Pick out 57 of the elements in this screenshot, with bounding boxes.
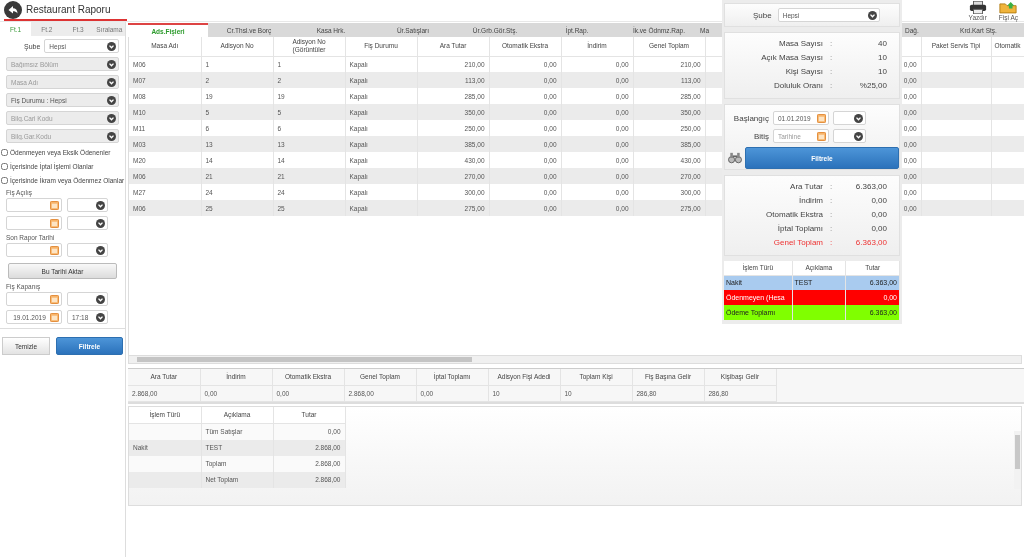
binoculars-icon[interactable]	[728, 152, 742, 164]
folder-icon	[999, 0, 1018, 14]
separator: :	[828, 182, 834, 191]
calendar-icon	[50, 200, 59, 210]
chevron-down-icon	[854, 113, 863, 123]
date-field[interactable]	[6, 198, 62, 212]
total-label: Genel Toplam	[772, 238, 823, 247]
stat-label: Doluluk Oranı	[773, 81, 823, 90]
checkbox[interactable]	[1, 162, 8, 170]
separator: :	[828, 39, 834, 48]
total-label: Otomatik Ekstra	[765, 210, 823, 219]
date-field[interactable]	[6, 292, 62, 306]
printer-icon	[968, 0, 987, 14]
calendar-icon	[817, 131, 826, 141]
stat-value: 10	[877, 53, 887, 62]
total-value: 0,00	[870, 210, 887, 219]
stat-label: Masa Sayısı	[778, 39, 823, 48]
date-field[interactable]	[6, 216, 62, 230]
page-title: Restaurant Raporu	[26, 4, 111, 15]
calendar-icon	[817, 113, 826, 123]
separator: :	[828, 224, 834, 233]
chevron-down-icon	[96, 200, 105, 210]
calendar-icon	[50, 245, 59, 255]
chevron-down-icon	[107, 95, 116, 105]
field-label: Başlangıç	[732, 113, 769, 123]
chevron-down-icon	[96, 294, 105, 304]
date-field[interactable]	[6, 243, 62, 257]
checkbox[interactable]	[1, 148, 8, 156]
chevron-down-icon	[96, 218, 105, 228]
stat-value: 40	[877, 39, 887, 48]
total-label: Ara Tutar	[789, 182, 823, 191]
chevron-down-icon	[107, 131, 116, 141]
chevron-down-icon	[107, 59, 116, 69]
total-value: 6.363,00	[854, 238, 887, 247]
separator: :	[828, 210, 834, 219]
chevron-down-icon	[854, 131, 863, 141]
checkbox[interactable]	[1, 176, 8, 184]
chevron-down-icon	[107, 41, 116, 51]
horizontal-scrollbar[interactable]	[128, 355, 1022, 364]
calendar-icon	[50, 312, 59, 322]
field-label: Şube	[753, 10, 772, 20]
total-label: İptal Toplamı	[776, 224, 823, 233]
calendar-icon	[50, 294, 59, 304]
calendar-icon	[50, 218, 59, 228]
chevron-down-icon	[96, 245, 105, 255]
total-value: 0,00	[870, 224, 887, 233]
chevron-down-icon	[107, 113, 116, 123]
separator: :	[828, 81, 834, 90]
stat-value: %25,00	[858, 81, 887, 90]
chevron-down-icon	[96, 312, 105, 322]
separator: :	[828, 238, 834, 247]
stat-label: Açık Masa Sayısı	[760, 53, 823, 62]
chevron-down-icon	[867, 10, 877, 20]
back-icon[interactable]	[4, 0, 22, 19]
chevron-down-icon	[107, 77, 116, 87]
total-value: 6.363,00	[854, 182, 887, 191]
separator: :	[828, 53, 834, 62]
